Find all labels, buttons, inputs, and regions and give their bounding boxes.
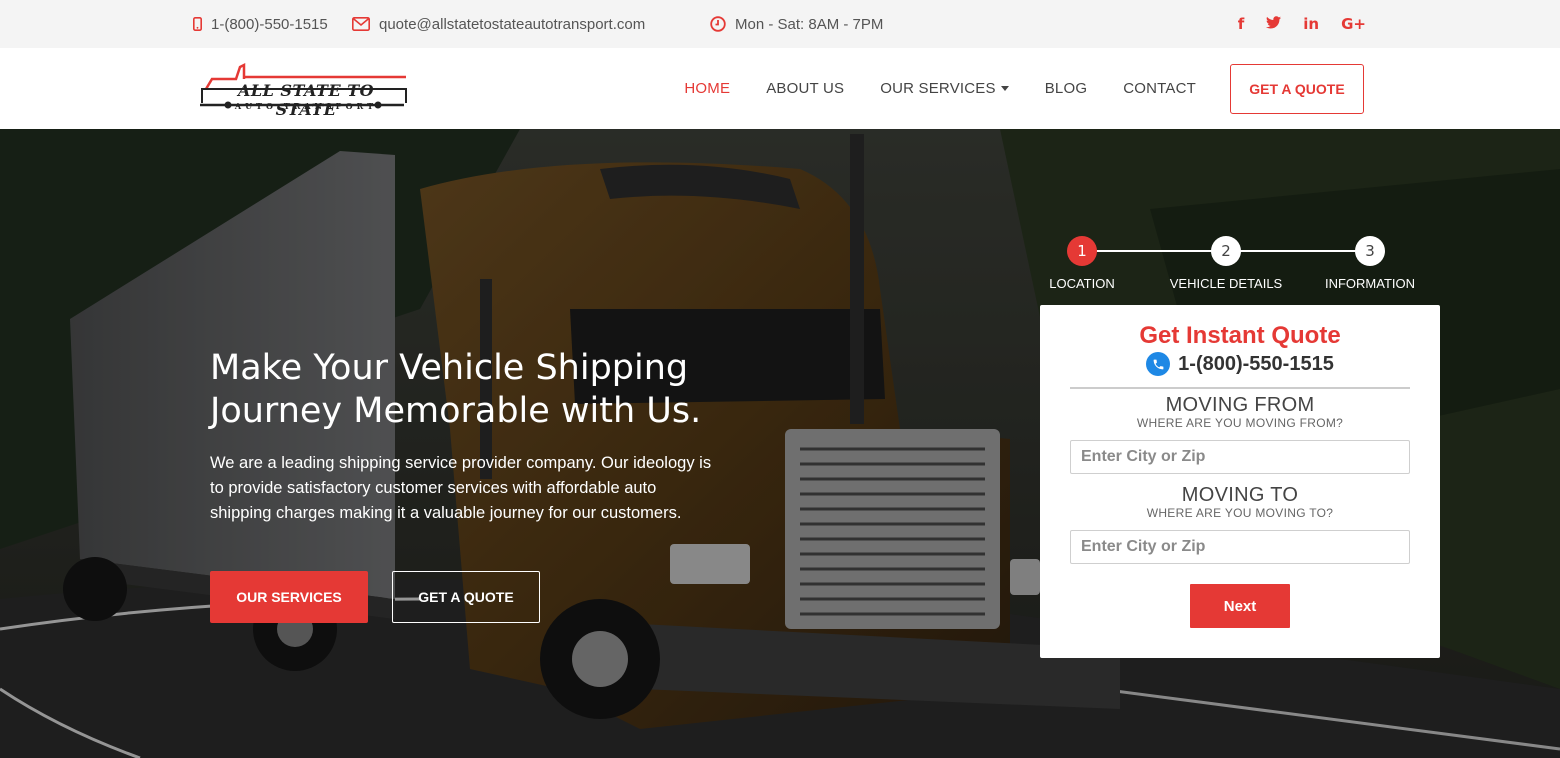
- hero-description: We are a leading shipping service provid…: [210, 454, 712, 522]
- hero-get-a-quote-button[interactable]: GET A QUOTE: [392, 571, 540, 623]
- step-1-indicator: 1: [1067, 236, 1097, 266]
- next-button[interactable]: Next: [1190, 584, 1290, 628]
- nav-our-services-label: OUR SERVICES: [880, 80, 996, 97]
- moving-from-subheading: WHERE ARE YOU MOVING FROM?: [1136, 416, 1344, 430]
- google-plus-icon[interactable]: G+: [1341, 15, 1366, 33]
- topbar-phone-text: 1-(800)-550-1515: [211, 15, 328, 33]
- nav-get-a-quote-button[interactable]: GET A QUOTE: [1230, 63, 1364, 114]
- topbar-hours-text: Mon - Sat: 8AM - 7PM: [735, 15, 884, 33]
- nav-blog[interactable]: BLOG: [1045, 80, 1087, 97]
- facebook-icon[interactable]: f: [1238, 15, 1245, 33]
- quote-form-title: Get Instant Quote: [1139, 322, 1341, 349]
- hero-section: Make Your Vehicle Shipping Journey Memor…: [0, 129, 1560, 758]
- nav-home[interactable]: HOME: [684, 80, 730, 97]
- topbar-email[interactable]: quote@allstatetostateautotransport.com: [352, 0, 645, 48]
- hero-heading: Make Your Vehicle Shipping Journey Memor…: [210, 347, 770, 433]
- step-2-indicator: 2: [1211, 236, 1241, 266]
- hero-heading-line1: Make Your Vehicle Shipping: [210, 348, 689, 388]
- nav-menu: HOME ABOUT US OUR SERVICES BLOG CONTACT …: [648, 48, 1364, 129]
- step-3-label: INFORMATION: [1324, 276, 1416, 291]
- topbar-email-text: quote@allstatetostateautotransport.com: [379, 15, 646, 33]
- quote-progress-steps: 1 2 3 LOCATION VEHICLE DETAILS INFORMATI…: [1040, 234, 1440, 294]
- step-1-label: LOCATION: [1049, 276, 1115, 291]
- main-navbar: ALL STATE TO STATE AUTO TRANSPORT HOME A…: [0, 48, 1560, 129]
- linkedin-icon[interactable]: in: [1303, 15, 1319, 33]
- clock-icon: [710, 16, 726, 32]
- envelope-icon: [352, 17, 370, 31]
- moving-to-subheading: WHERE ARE YOU MOVING TO?: [1146, 506, 1334, 520]
- quote-form-phone-text: 1-(800)-550-1515: [1178, 352, 1334, 375]
- top-bar: 1-(800)-550-1515 quote@allstatetostateau…: [0, 0, 1560, 48]
- logo-line1: ALL STATE TO STATE: [237, 81, 375, 119]
- site-logo[interactable]: ALL STATE TO STATE AUTO TRANSPORT: [198, 61, 408, 119]
- moving-to-heading: MOVING TO: [1181, 484, 1299, 506]
- hero-heading-line2: Journey Memorable with Us.: [210, 391, 702, 431]
- topbar-hours: Mon - Sat: 8AM - 7PM: [710, 0, 883, 48]
- mobile-phone-icon: [193, 17, 202, 31]
- moving-to-input[interactable]: [1070, 530, 1410, 564]
- step-2-label: VEHICLE DETAILS: [1169, 276, 1283, 291]
- social-links: f in G+: [1238, 0, 1366, 48]
- our-services-button[interactable]: OUR SERVICES: [210, 571, 368, 623]
- step-connector: [1096, 250, 1212, 252]
- logo-line2: AUTO TRANSPORT: [234, 101, 378, 111]
- divider: [1070, 387, 1410, 389]
- nav-our-services[interactable]: OUR SERVICES: [880, 80, 1009, 97]
- moving-from-input[interactable]: [1070, 440, 1410, 474]
- nav-contact[interactable]: CONTACT: [1123, 80, 1196, 97]
- moving-from-heading: MOVING FROM: [1165, 394, 1315, 416]
- step-3-indicator: 3: [1355, 236, 1385, 266]
- topbar-phone[interactable]: 1-(800)-550-1515: [193, 0, 328, 48]
- phone-icon: [1146, 352, 1171, 376]
- instant-quote-form: Get Instant Quote 1-(800)-550-1515 MOVIN…: [1040, 305, 1440, 658]
- caret-down-icon: [1000, 86, 1009, 91]
- nav-about-us[interactable]: ABOUT US: [766, 80, 844, 97]
- twitter-icon[interactable]: [1266, 15, 1282, 33]
- step-connector: [1240, 250, 1356, 252]
- quote-form-phone[interactable]: 1-(800)-550-1515: [1040, 352, 1440, 376]
